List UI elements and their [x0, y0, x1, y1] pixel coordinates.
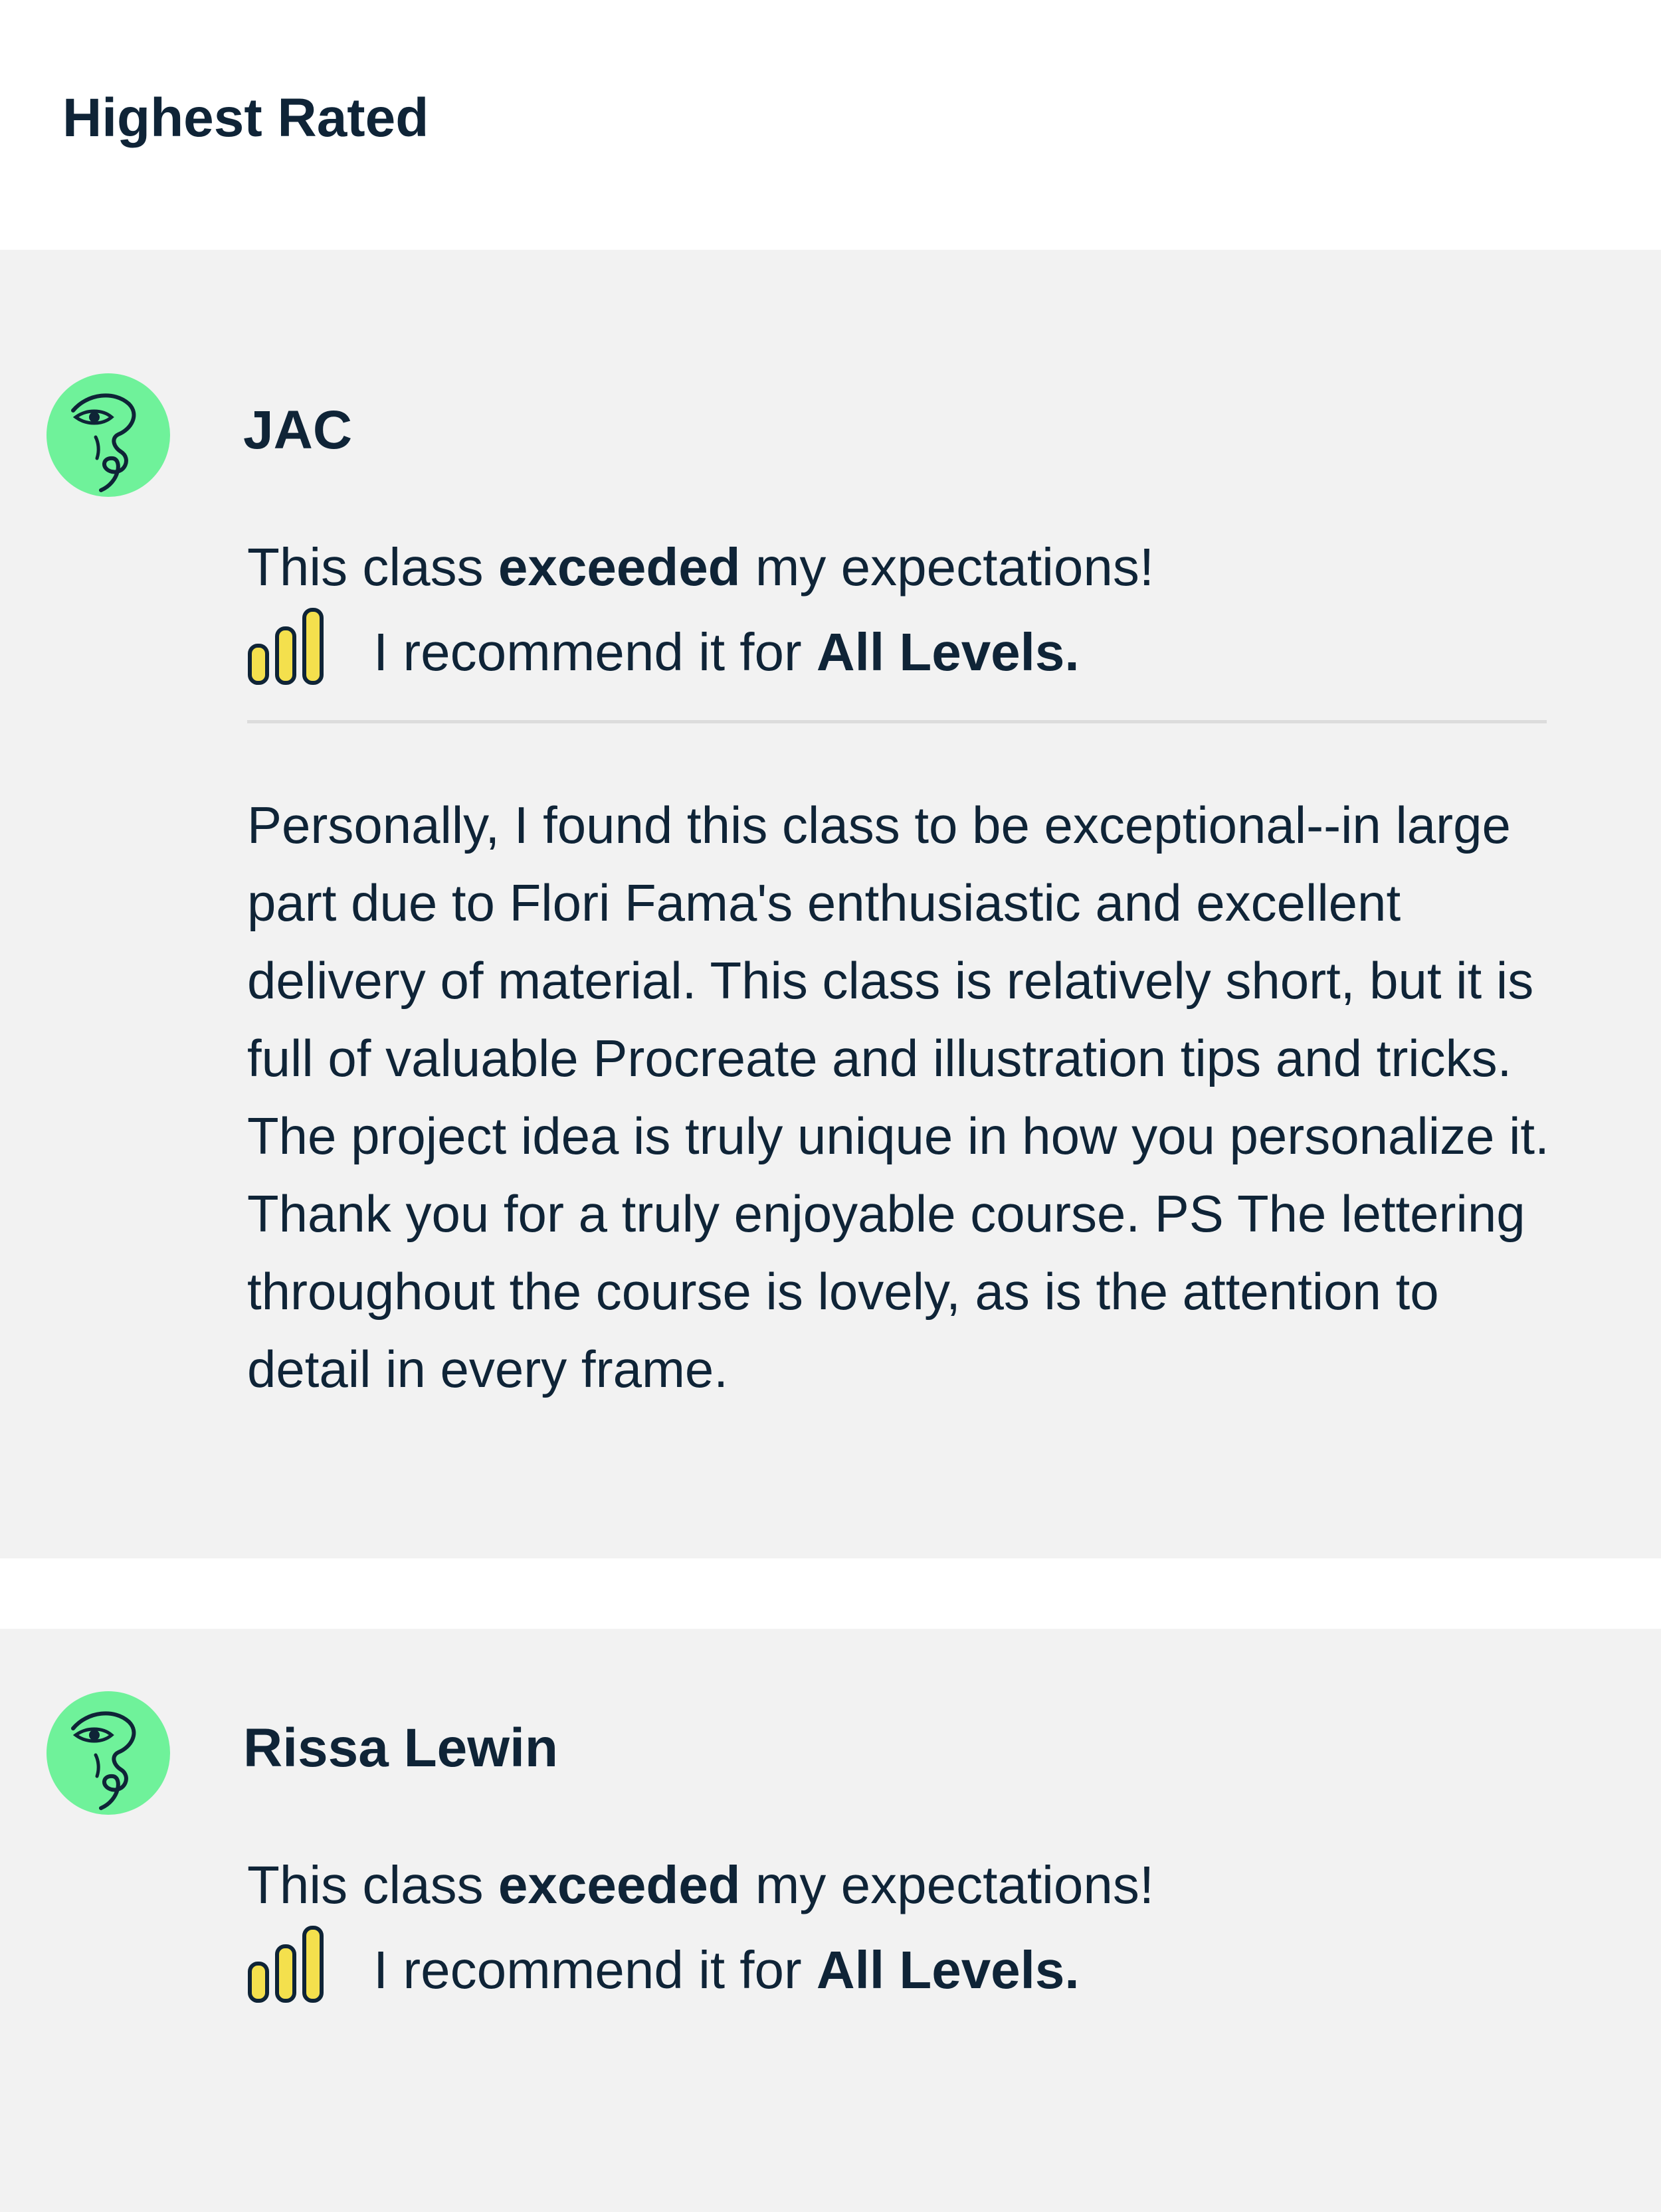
expectation-statement: This class exceeded my expectations! [247, 1852, 1154, 1918]
expectation-prefix: This class [247, 1855, 498, 1914]
reviews-header: Highest Rated [0, 0, 1661, 250]
level-prefix: I recommend it for [373, 1940, 817, 1999]
level-value: All Levels. [816, 622, 1080, 682]
review-card: JAC This class exceeded my expectations!… [0, 250, 1661, 1558]
expectation-statement: This class exceeded my expectations! [247, 534, 1154, 600]
level-value: All Levels. [816, 1940, 1080, 1999]
review-card: Rissa Lewin This class exceeded my expec… [0, 1629, 1661, 2212]
level-text: I recommend it for All Levels. [373, 619, 1080, 686]
section-title: Highest Rated [62, 88, 429, 148]
level-bars-icon [248, 608, 324, 685]
level-bars-icon [248, 1926, 324, 2003]
expectation-suffix: my expectations! [740, 537, 1155, 597]
avatar-icon[interactable] [47, 373, 170, 497]
expectation-suffix: my expectations! [740, 1855, 1155, 1914]
divider [247, 720, 1547, 723]
expectation-prefix: This class [247, 537, 498, 597]
level-prefix: I recommend it for [373, 622, 817, 682]
expectation-emphasis: exceeded [498, 537, 741, 597]
reviewer-name[interactable]: JAC [243, 397, 352, 464]
reviewer-name[interactable]: Rissa Lewin [243, 1715, 558, 1782]
review-body: Personally, I found this class to be exc… [247, 796, 1549, 1398]
level-text: I recommend it for All Levels. [373, 1937, 1080, 2003]
expectation-emphasis: exceeded [498, 1855, 741, 1914]
avatar-icon[interactable] [47, 1691, 170, 1815]
